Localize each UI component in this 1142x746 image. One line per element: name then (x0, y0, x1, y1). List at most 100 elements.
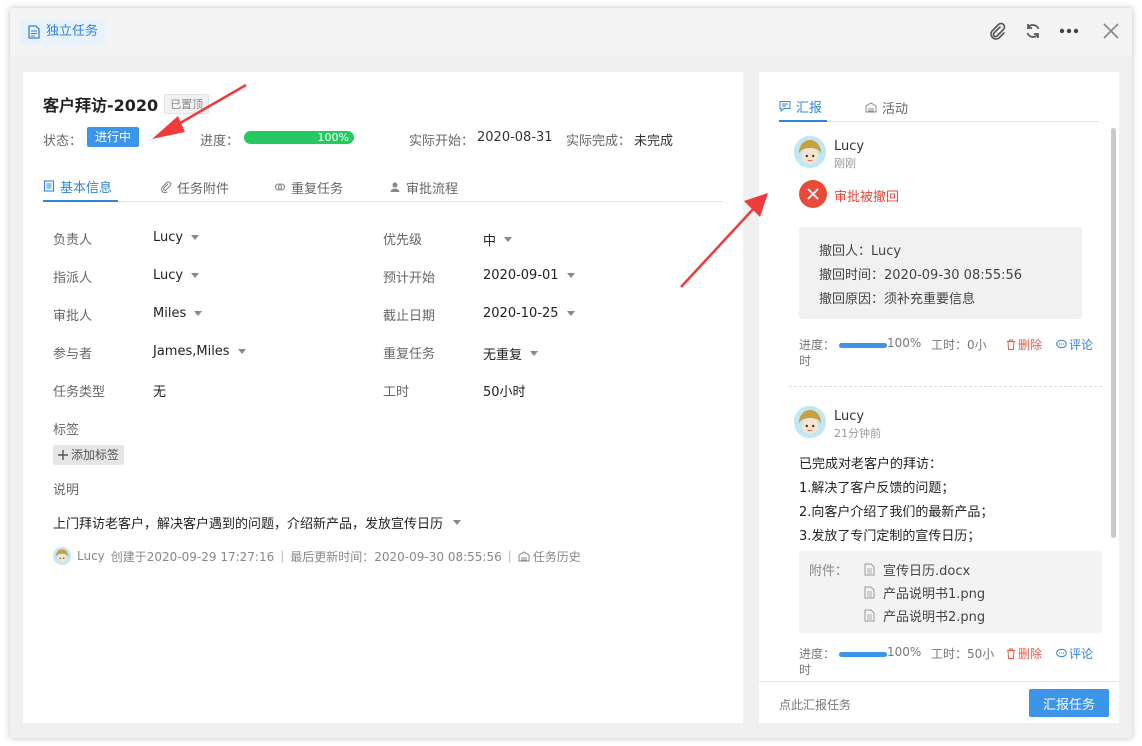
tab-approval[interactable]: 审批流程 (389, 172, 458, 202)
type-value: 无 (153, 385, 167, 400)
tab-label: 汇报 (796, 100, 823, 116)
trash-icon (1007, 339, 1015, 350)
tab-label: 基本信息 (60, 180, 113, 196)
revoke-details: 撤回人：Lucy 撤回时间：2020-09-30 08:55:56 撤回原因：须… (799, 227, 1082, 319)
participants-select[interactable]: James,Miles (153, 344, 246, 359)
tab-activity[interactable]: 活动 (865, 92, 908, 122)
hours-label: 工时 (383, 385, 410, 400)
hours-text: 50小时 (483, 385, 526, 400)
attachment-link[interactable]: 产品说明书2.png (864, 606, 985, 625)
tab-label: 活动 (882, 101, 909, 117)
paperclip-icon[interactable] (986, 20, 1008, 42)
meta-created: 创建于2020-09-29 17:27:16 (110, 549, 275, 564)
owner-value: Lucy (153, 230, 184, 245)
actual-finish-label: 实际完成： (566, 134, 632, 149)
repeat-value: 无重复 (483, 348, 523, 363)
comment-icon (779, 101, 791, 112)
plan-start-select[interactable]: 2020-09-01 (483, 268, 575, 283)
priority-select[interactable]: 中 (483, 230, 513, 249)
tab-label: 审批流程 (406, 181, 459, 197)
attachment-link[interactable]: 宣传日历.docx (864, 560, 970, 579)
hours-wrap: 时 (799, 663, 812, 677)
attachment-name: 产品说明书2.png (883, 610, 986, 625)
task-type-value[interactable]: 无 (153, 381, 166, 400)
revoke-by: 撤回人：Lucy (819, 244, 902, 259)
attachments-label: 附件： (809, 564, 849, 579)
task-meta: Lucy 创建于2020-09-29 17:27:16 | 最后更新时间：202… (53, 547, 581, 565)
comment-button[interactable]: 评论 (1056, 336, 1093, 353)
delete-button[interactable]: 删除 (1006, 336, 1042, 353)
comment-label: 评论 (1069, 647, 1094, 661)
actual-finish-value: 未完成 (634, 134, 674, 149)
task-title[interactable]: 客户拜访-2020 (43, 92, 158, 116)
owner-select[interactable]: Lucy (153, 230, 200, 245)
progress-text: 100% (887, 645, 922, 659)
entry-time: 刚刚 (834, 157, 856, 170)
delete-label: 删除 (1018, 338, 1043, 352)
report-line: 3.发放了专门定制的宣传日历； (799, 529, 981, 544)
task-history-label: 任务历史 (532, 549, 581, 564)
file-icon (864, 563, 875, 576)
scrollbar[interactable] (1111, 128, 1116, 538)
hours-value[interactable]: 50小时 (483, 381, 526, 400)
progress-label: 进度： (799, 647, 836, 661)
entry-footer: 进度： 100% 工时：50小 删除 评论 时 (799, 645, 1109, 677)
add-tag-button[interactable]: 添加标签 (53, 445, 125, 465)
description[interactable]: 上门拜访老客户，解决客户遇到的问题，介绍新产品，发放宣传日历 (53, 513, 462, 532)
progress-text: 100% (317, 131, 349, 144)
status-row: 状态： 进行中 进度： 100% 实际开始： 2020-08-31 实际完成： … (43, 127, 723, 149)
task-type-label: 独立任务 (46, 24, 99, 39)
report-hint[interactable]: 点此汇报任务 (779, 696, 851, 713)
meta-updated: 最后更新时间：2020-09-30 08:55:56 (290, 549, 502, 564)
plan-start-value: 2020-09-01 (483, 268, 559, 283)
delete-button[interactable]: 删除 (1006, 645, 1042, 662)
entry-user[interactable]: Lucy (834, 409, 864, 424)
attachment-link[interactable]: 产品说明书1.png (864, 583, 985, 602)
report-line: 1.解决了客户反馈的问题； (799, 481, 955, 496)
comment-label: 评论 (1069, 338, 1094, 352)
status-badge[interactable]: 进行中 (87, 127, 140, 147)
report-task-button[interactable]: 汇报任务 (1029, 689, 1109, 717)
priority-label: 优先级 (383, 233, 423, 248)
participants-value: James,Miles (153, 344, 230, 359)
more-icon[interactable] (1058, 20, 1080, 42)
entry-time: 21分钟前 (834, 427, 881, 440)
comment-button[interactable]: 评论 (1056, 645, 1093, 662)
deadline-select[interactable]: 2020-10-25 (483, 306, 575, 321)
attachment-name: 产品说明书1.png (883, 587, 986, 602)
assigner-select[interactable]: Lucy (153, 268, 200, 283)
progress-label: 进度： (799, 338, 836, 352)
delete-label: 删除 (1018, 647, 1043, 661)
progress-text: 100% (887, 336, 922, 350)
close-icon[interactable] (1100, 20, 1122, 42)
report-line: 已完成对老客户的拜访： (799, 457, 943, 472)
tab-attachments[interactable]: 任务附件 (160, 172, 229, 202)
document-icon (28, 25, 40, 39)
meta-separator: | (507, 549, 512, 563)
dialog-header: 独立任务 (10, 8, 1132, 56)
approver-select[interactable]: Miles (153, 306, 203, 321)
tab-repeat[interactable]: 重复任务 (274, 172, 343, 202)
refresh-icon[interactable] (1022, 20, 1044, 42)
close-circle-icon (799, 180, 827, 208)
priority-value: 中 (483, 234, 497, 249)
caret-down-icon (504, 237, 513, 242)
repeat-select[interactable]: 无重复 (483, 344, 539, 363)
detail-tabs: 基本信息 任务附件 重复任务 审批流程 (43, 172, 723, 202)
hours-wrap: 时 (799, 354, 812, 368)
task-history-link[interactable]: 任务历史 (518, 548, 581, 565)
comment-icon (1056, 339, 1067, 349)
tab-report[interactable]: 汇报 (779, 92, 827, 122)
owner-label: 负责人 (53, 233, 93, 248)
deadline-label: 截止日期 (383, 309, 436, 324)
file-icon (864, 609, 875, 622)
tab-basic-info[interactable]: 基本信息 (43, 172, 118, 202)
deadline-value: 2020-10-25 (483, 306, 559, 321)
activity-icon (865, 101, 877, 112)
caret-down-icon (194, 311, 203, 316)
meta-separator: | (280, 549, 285, 563)
avatar (794, 406, 826, 438)
task-type-tag: 独立任务 (20, 19, 107, 45)
progress-label: 进度： (200, 134, 240, 149)
entry-user[interactable]: Lucy (834, 139, 864, 154)
